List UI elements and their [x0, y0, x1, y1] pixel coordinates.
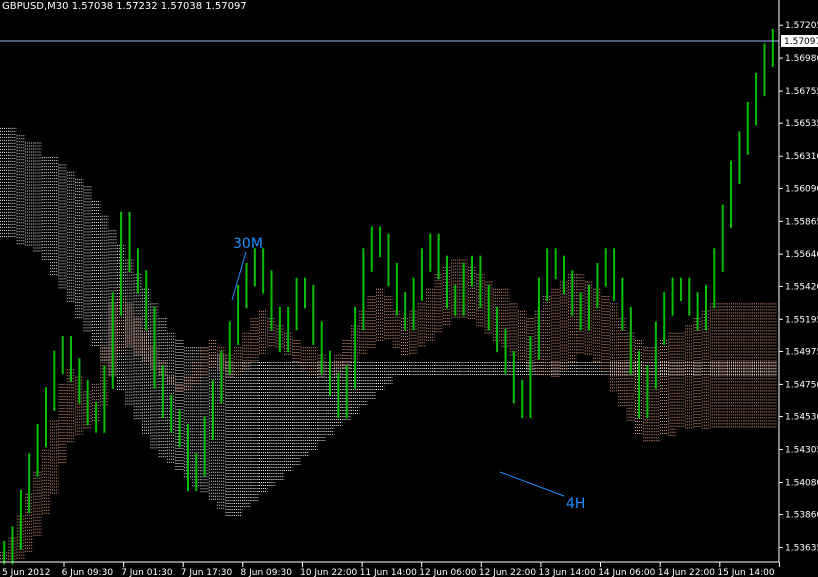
x-tick-label: 11 Jun 14:00: [360, 568, 417, 577]
x-tick-label: 14 Jun 06:00: [598, 568, 655, 577]
current-price-text: 1.57097: [784, 37, 818, 47]
current-price-label: 1.57097: [781, 35, 818, 47]
x-tick-label: 8 Jun 09:30: [241, 568, 293, 577]
x-tick-label: 7 Jun 17:30: [181, 568, 233, 577]
x-tick-label: 5 Jun 2012: [2, 568, 50, 577]
x-tick-label: 12 Jun 22:00: [479, 568, 536, 577]
y-tick-label: 1.54305: [785, 446, 818, 456]
x-tick-label: 13 Jun 14:00: [539, 568, 596, 577]
x-tick-label: 10 Jun 22:00: [300, 568, 357, 577]
x-tick-label: 6 Jun 09:30: [62, 568, 114, 577]
chart-title: GBPUSD,M30 1.57038 1.57232 1.57038 1.570…: [2, 1, 247, 12]
y-tick-label: 1.56535: [785, 119, 818, 129]
y-tick-label: 1.54530: [785, 413, 818, 423]
y-tick-label: 1.55640: [785, 250, 818, 260]
x-tick-label: 14 Jun 22:00: [658, 568, 715, 577]
x-tick-label: 7 Jun 01:30: [121, 568, 173, 577]
y-tick-label: 1.56310: [785, 152, 818, 162]
chart-background: [0, 0, 818, 577]
annotation-30m-label: 30M: [233, 236, 263, 252]
y-tick-label: 1.55420: [785, 282, 818, 292]
y-tick-label: 1.54080: [785, 479, 818, 489]
annotation-4h-label: 4H: [566, 496, 585, 512]
y-tick-label: 1.54975: [785, 348, 818, 358]
y-tick-label: 1.55195: [785, 315, 818, 325]
y-tick-label: 1.57205: [785, 21, 818, 31]
x-tick-label: 12 Jun 06:00: [419, 568, 476, 577]
price-chart[interactable]: 1.57205 1.56980 1.56755 1.56535 1.56310 1.560…: [0, 0, 818, 577]
y-tick-label: 1.56755: [785, 87, 818, 97]
y-tick-label: 1.54750: [785, 380, 818, 390]
y-tick-label: 1.53635: [785, 544, 818, 554]
y-tick-label: 1.55865: [785, 217, 818, 227]
y-tick-label: 1.53860: [785, 511, 818, 521]
y-tick-label: 1.56980: [785, 54, 818, 64]
x-tick-label: 15 Jun 14:00: [717, 568, 774, 577]
y-tick-label: 1.56090: [785, 184, 818, 194]
